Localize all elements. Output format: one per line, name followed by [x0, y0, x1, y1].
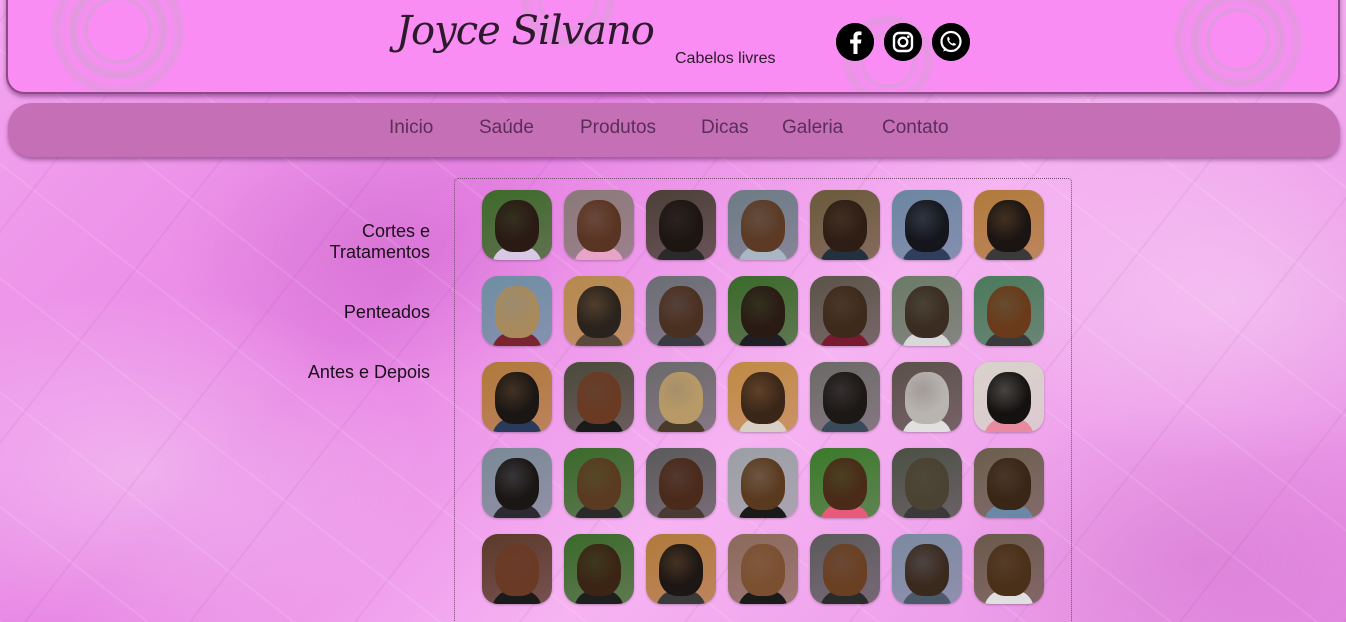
photo-gallery	[454, 178, 1072, 622]
photo-hair	[823, 372, 867, 424]
gallery-photo[interactable]	[482, 190, 552, 260]
gallery-photo[interactable]	[564, 448, 634, 518]
nav-produtos[interactable]: Produtos	[580, 117, 656, 139]
gallery-photo[interactable]	[892, 190, 962, 260]
category-penteados[interactable]: Penteados	[344, 302, 430, 323]
gallery-photo[interactable]	[728, 534, 798, 604]
instagram-icon	[884, 23, 922, 61]
photo-hair	[495, 458, 539, 510]
photo-hair	[659, 286, 703, 338]
photo-hair	[987, 286, 1031, 338]
gallery-photo[interactable]	[482, 448, 552, 518]
category-label-line2: Tratamentos	[329, 242, 430, 262]
gallery-photo[interactable]	[564, 190, 634, 260]
category-label: Penteados	[343, 302, 430, 322]
gallery-photo[interactable]	[564, 362, 634, 432]
gallery-photo[interactable]	[892, 534, 962, 604]
nav-dicas[interactable]: Dicas	[701, 117, 749, 139]
nav-galeria[interactable]: Galeria	[782, 117, 843, 139]
photo-hair	[659, 544, 703, 596]
gallery-photo[interactable]	[646, 190, 716, 260]
main-nav: Inicio Saúde Produtos Dicas Galeria Cont…	[8, 103, 1340, 157]
photo-hair	[905, 200, 949, 252]
category-label-line1: Cortes e	[361, 221, 430, 241]
gallery-photo[interactable]	[974, 448, 1044, 518]
photo-hair	[987, 372, 1031, 424]
photo-hair	[659, 200, 703, 252]
photo-hair	[823, 200, 867, 252]
gallery-photo[interactable]	[646, 448, 716, 518]
whatsapp-icon	[932, 23, 970, 61]
category-cortes-tratamentos[interactable]: Cortes e Tratamentos	[330, 221, 430, 263]
photo-hair	[659, 372, 703, 424]
gallery-photo[interactable]	[892, 276, 962, 346]
site-header: Joyce Silvano Cabelos livres	[6, 0, 1340, 94]
gallery-photo[interactable]	[646, 362, 716, 432]
photo-hair	[659, 458, 703, 510]
photo-hair	[905, 544, 949, 596]
gallery-photo[interactable]	[482, 276, 552, 346]
photo-hair	[495, 286, 539, 338]
gallery-photo[interactable]	[810, 534, 880, 604]
gallery-photo[interactable]	[482, 534, 552, 604]
gallery-photo[interactable]	[728, 448, 798, 518]
photo-hair	[987, 200, 1031, 252]
photo-hair	[823, 458, 867, 510]
whatsapp-link[interactable]	[932, 23, 970, 61]
gallery-photo[interactable]	[974, 276, 1044, 346]
gallery-photo[interactable]	[974, 190, 1044, 260]
photo-hair	[577, 372, 621, 424]
photo-hair	[741, 286, 785, 338]
photo-hair	[741, 200, 785, 252]
gallery-photo[interactable]	[482, 362, 552, 432]
photo-hair	[577, 458, 621, 510]
brand-tagline: Cabelos livres	[675, 50, 776, 67]
category-label: Antes e Depois	[307, 362, 430, 382]
gallery-photo[interactable]	[564, 276, 634, 346]
nav-saude[interactable]: Saúde	[479, 117, 534, 139]
photo-hair	[905, 372, 949, 424]
photo-hair	[741, 458, 785, 510]
gallery-photo[interactable]	[810, 190, 880, 260]
facebook-icon	[836, 23, 874, 61]
nav-inicio[interactable]: Inicio	[389, 117, 433, 139]
photo-hair	[495, 544, 539, 596]
gallery-photo[interactable]	[646, 276, 716, 346]
photo-hair	[823, 544, 867, 596]
photo-hair	[987, 544, 1031, 596]
gallery-photo[interactable]	[974, 534, 1044, 604]
gallery-photo[interactable]	[810, 362, 880, 432]
instagram-link[interactable]	[884, 23, 922, 61]
photo-hair	[577, 544, 621, 596]
gallery-photo[interactable]	[728, 362, 798, 432]
gallery-photo[interactable]	[564, 534, 634, 604]
facebook-link[interactable]	[836, 23, 874, 61]
photo-hair	[905, 286, 949, 338]
photo-hair	[577, 286, 621, 338]
gallery-photo[interactable]	[728, 190, 798, 260]
gallery-photo[interactable]	[646, 534, 716, 604]
nav-contato[interactable]: Contato	[882, 117, 949, 139]
gallery-photo[interactable]	[810, 448, 880, 518]
gallery-photo[interactable]	[974, 362, 1044, 432]
brand-logo[interactable]: Joyce Silvano	[396, 8, 655, 54]
gallery-photo[interactable]	[810, 276, 880, 346]
photo-hair	[741, 372, 785, 424]
photo-hair	[495, 372, 539, 424]
gallery-photo[interactable]	[728, 276, 798, 346]
photo-hair	[823, 286, 867, 338]
photo-hair	[577, 200, 621, 252]
photo-hair	[987, 458, 1031, 510]
photo-hair	[741, 544, 785, 596]
gallery-photo[interactable]	[892, 448, 962, 518]
gallery-photo[interactable]	[892, 362, 962, 432]
category-antes-depois[interactable]: Antes e Depois	[308, 362, 430, 383]
photo-hair	[495, 200, 539, 252]
photo-hair	[905, 458, 949, 510]
